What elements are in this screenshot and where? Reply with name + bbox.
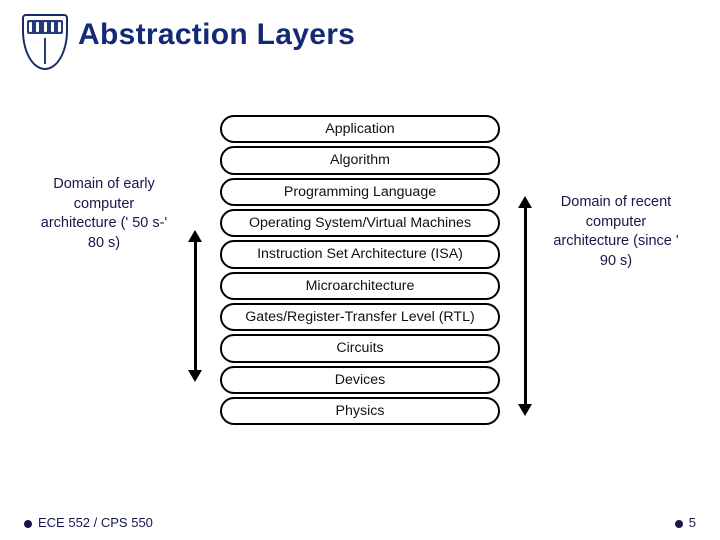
bullet-icon — [24, 520, 32, 528]
left-caption-col: Domain of early computer architecture ('… — [38, 175, 170, 253]
page-number-text: 5 — [689, 515, 696, 530]
layer-stack: Application Algorithm Programming Langua… — [220, 115, 500, 425]
bullet-icon — [675, 520, 683, 528]
layer-devices: Devices — [220, 366, 500, 394]
left-caption: Domain of early computer architecture ('… — [38, 175, 170, 253]
layer-algorithm: Algorithm — [220, 146, 500, 174]
course-text: ECE 552 / CPS 550 — [38, 515, 153, 530]
layer-isa: Instruction Set Architecture (ISA) — [220, 240, 500, 268]
layer-rtl: Gates/Register-Transfer Level (RTL) — [220, 303, 500, 331]
arrow-up-icon — [188, 230, 202, 242]
slide: Abstraction Layers Domain of early compu… — [0, 0, 720, 540]
course-code: ECE 552 / CPS 550 — [24, 515, 153, 530]
layer-programming-language: Programming Language — [220, 178, 500, 206]
arrow-up-icon — [518, 196, 532, 208]
layer-circuits: Circuits — [220, 334, 500, 362]
page-title: Abstraction Layers — [78, 18, 355, 52]
right-caption: Domain of recent computer architecture (… — [550, 193, 682, 271]
layer-application: Application — [220, 115, 500, 143]
layer-microarchitecture: Microarchitecture — [220, 272, 500, 300]
right-caption-col: Domain of recent computer architecture (… — [550, 193, 682, 271]
abstraction-diagram: Domain of early computer architecture ('… — [0, 115, 720, 425]
layer-os-vm: Operating System/Virtual Machines — [220, 209, 500, 237]
left-domain-arrow — [188, 201, 202, 411]
header: Abstraction Layers — [0, 0, 720, 70]
logo-shield-icon — [22, 14, 68, 70]
footer: ECE 552 / CPS 550 5 — [24, 515, 696, 530]
arrow-down-icon — [188, 370, 202, 382]
right-domain-arrow — [518, 201, 532, 411]
page-number: 5 — [675, 515, 696, 530]
arrow-down-icon — [518, 404, 532, 416]
layer-physics: Physics — [220, 397, 500, 425]
